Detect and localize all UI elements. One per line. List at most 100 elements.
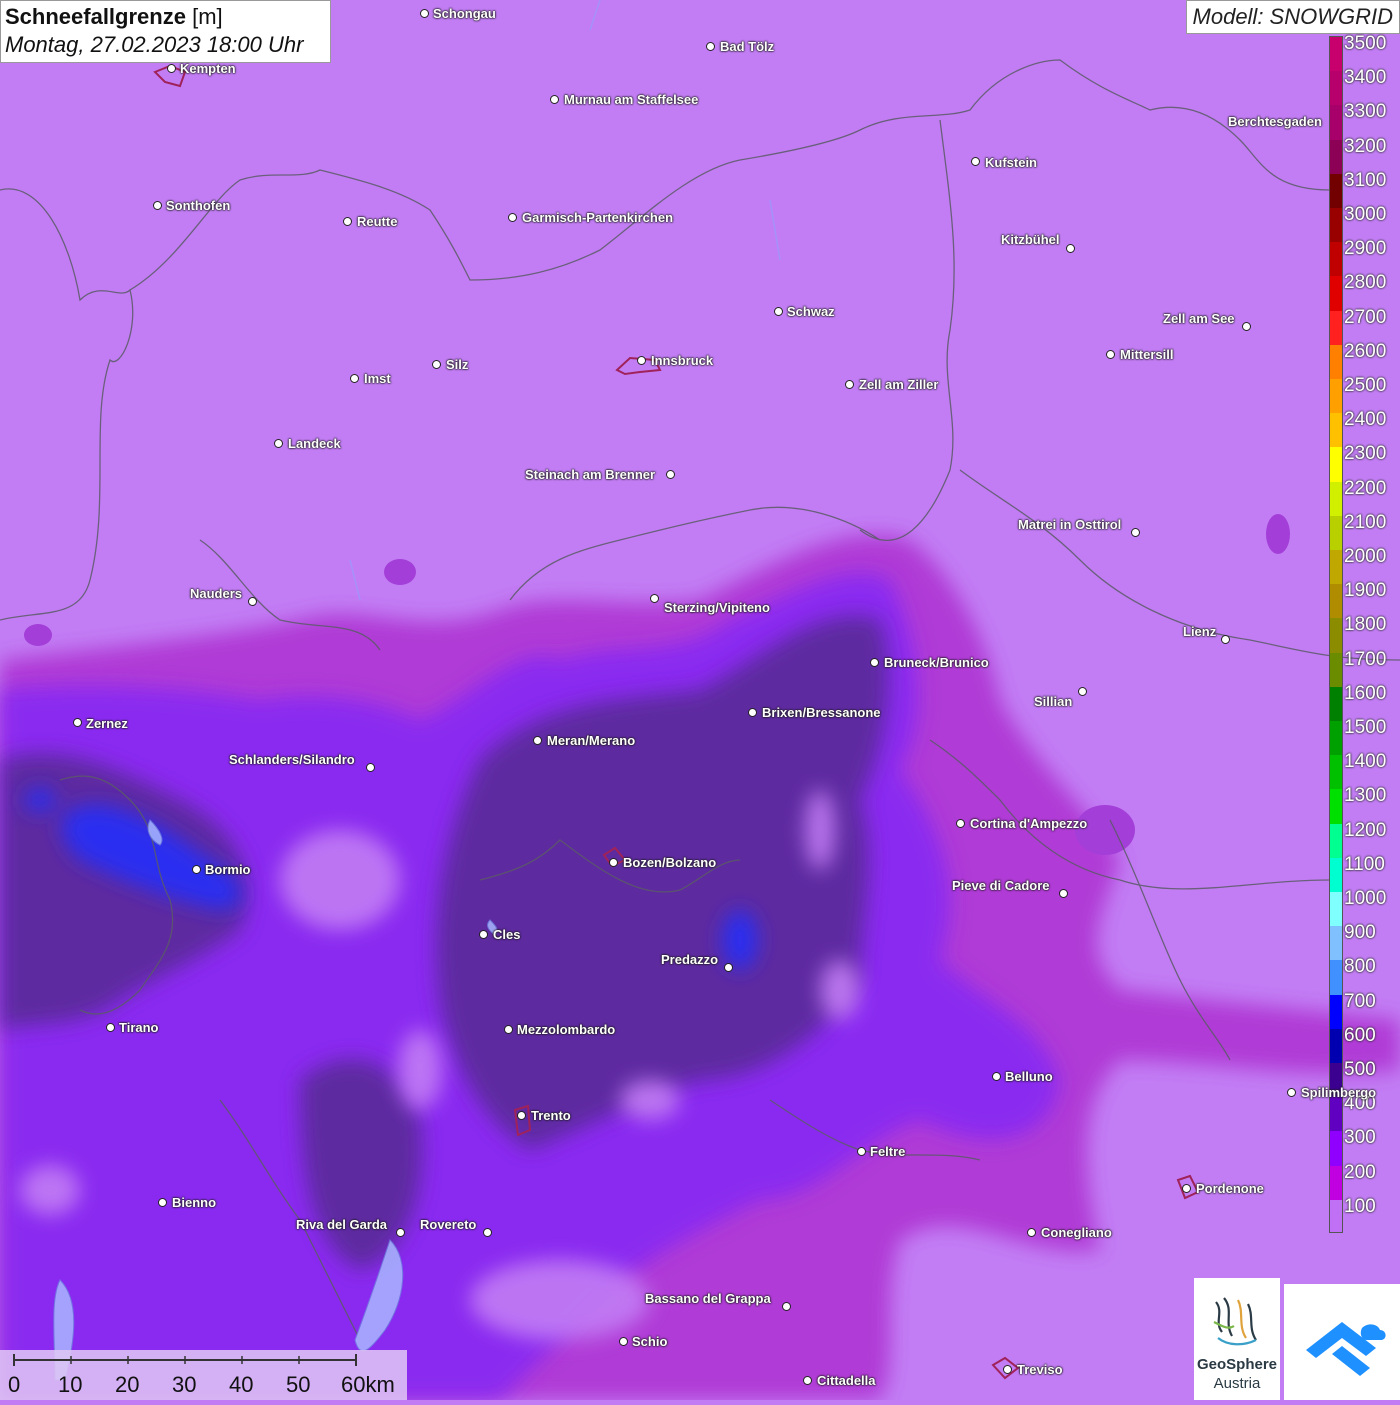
city-dot (971, 157, 980, 166)
city-label[interactable]: Cles (493, 928, 520, 942)
city-dot (504, 1025, 513, 1034)
legend-color-bin (1330, 105, 1342, 141)
legend-label: 2400 (1344, 409, 1387, 431)
city-dot (857, 1147, 866, 1156)
legend-label: 3000 (1344, 204, 1387, 225)
city-label[interactable]: Treviso (1017, 1363, 1063, 1377)
legend-label: 2100 (1344, 511, 1387, 533)
geosphere-logo[interactable]: GeoSphere Austria (1194, 1278, 1280, 1400)
city-label[interactable]: Cittadella (817, 1374, 876, 1388)
city-label[interactable]: Brixen/Bressanone (762, 706, 881, 720)
city-label[interactable]: Cortina d'Ampezzo (970, 817, 1087, 831)
city-label[interactable]: Zell am Ziller (859, 378, 938, 392)
city-label[interactable]: Tirano (119, 1021, 159, 1035)
city-label[interactable]: Sonthofen (166, 199, 230, 213)
city-label[interactable]: Bad Tölz (720, 40, 774, 54)
city-label[interactable]: Garmisch-Partenkirchen (522, 211, 673, 225)
city-dot (706, 42, 715, 51)
legend-label: 2700 (1344, 306, 1387, 328)
legend-label: 3200 (1344, 135, 1387, 157)
city-label[interactable]: Matrei in Osttirol (1018, 518, 1121, 532)
city-label[interactable]: Trento (531, 1109, 571, 1123)
city-label[interactable]: Mezzolombardo (517, 1023, 615, 1037)
legend-label: 3100 (1344, 169, 1387, 191)
city-dot (1066, 244, 1075, 253)
city-label[interactable]: Murnau am Staffelsee (564, 93, 698, 107)
city-dot (396, 1228, 405, 1237)
city-label[interactable]: Predazzo (661, 953, 718, 967)
legend-color-bin (1330, 1131, 1342, 1167)
city-label[interactable]: Imst (364, 372, 391, 386)
city-label[interactable]: Landeck (288, 437, 341, 451)
legend-label: 1300 (1344, 785, 1387, 807)
city-label[interactable]: Innsbruck (651, 354, 713, 368)
city-label[interactable]: Nauders (190, 587, 242, 601)
city-label[interactable]: Schio (632, 1335, 667, 1349)
city-label[interactable]: Schwaz (787, 305, 835, 319)
city-dot (1221, 635, 1230, 644)
city-label[interactable]: Schongau (433, 7, 496, 21)
city-label[interactable]: Zell am See (1163, 312, 1235, 326)
city-label[interactable]: Mittersill (1120, 348, 1173, 362)
city-label[interactable]: Zernez (86, 717, 128, 731)
city-dot (609, 858, 618, 867)
city-label[interactable]: Steinach am Brenner (525, 468, 655, 482)
city-label[interactable]: Lienz (1183, 625, 1216, 639)
legend-label: 1000 (1344, 888, 1387, 909)
legend-color-bin (1330, 618, 1342, 654)
legend-color-bin (1330, 37, 1342, 72)
legend-color-bin (1330, 857, 1342, 893)
legend-label: 2500 (1344, 375, 1387, 396)
city-label[interactable]: Belluno (1005, 1070, 1053, 1084)
city-dot (192, 865, 201, 874)
city-dot (1078, 687, 1087, 696)
city-label[interactable]: Bienno (172, 1196, 216, 1210)
city-label[interactable]: Schlanders/Silandro (229, 753, 355, 767)
city-dot (274, 439, 283, 448)
city-label[interactable]: Pieve di Cadore (952, 879, 1050, 893)
legend-color-bin (1330, 1028, 1342, 1064)
legend-label: 700 (1344, 990, 1376, 1012)
legend-color-bin (1330, 515, 1342, 551)
city-label[interactable]: Reutte (357, 215, 397, 229)
legend-label: 3400 (1344, 67, 1387, 89)
city-label[interactable]: Riva del Garda (296, 1218, 387, 1232)
city-label[interactable]: Spilimbergo (1301, 1086, 1376, 1100)
legend-label: 1400 (1344, 751, 1387, 773)
city-label[interactable]: Bassano del Grappa (645, 1292, 771, 1306)
city-label[interactable]: Bozen/Bolzano (623, 856, 716, 870)
app-logo[interactable] (1284, 1284, 1400, 1400)
city-dot (550, 95, 559, 104)
city-label[interactable]: Bormio (205, 863, 251, 877)
scale-tick-label: 40 (229, 1372, 254, 1397)
map-datetime: Montag, 27.02.2023 18:00 Uhr (5, 32, 304, 57)
city-label[interactable]: Kempten (180, 62, 236, 76)
legend-label: 3500 (1344, 33, 1387, 54)
city-label[interactable]: Sterzing/Vipiteno (664, 601, 770, 615)
legend-color-bin (1330, 960, 1342, 996)
legend-color-bin (1330, 686, 1342, 722)
city-dot (1182, 1184, 1191, 1193)
legend-color-bin (1330, 71, 1342, 106)
city-label[interactable]: Kufstein (985, 156, 1037, 170)
city-dot (73, 718, 82, 727)
city-label[interactable]: Silz (446, 358, 468, 372)
legend-color-bin (1330, 379, 1342, 414)
legend-label: 300 (1344, 1127, 1376, 1149)
city-label[interactable]: Sillian (1034, 695, 1072, 709)
city-dot (782, 1302, 791, 1311)
city-label[interactable]: Rovereto (420, 1218, 476, 1232)
city-dot (1027, 1228, 1036, 1237)
city-dot (845, 380, 854, 389)
city-label[interactable]: Meran/Merano (547, 734, 635, 748)
city-dot (1059, 889, 1068, 898)
city-label[interactable]: Conegliano (1041, 1226, 1112, 1240)
city-label[interactable]: Feltre (870, 1145, 905, 1159)
city-label[interactable]: Pordenone (1196, 1182, 1264, 1196)
scale-tick-label: 60km (341, 1372, 395, 1397)
city-label[interactable]: Kitzbühel (1001, 233, 1060, 247)
city-label[interactable]: Berchtesgaden (1228, 115, 1322, 129)
legend-label: 800 (1344, 956, 1376, 978)
legend-color-bin (1330, 892, 1342, 927)
city-label[interactable]: Bruneck/Brunico (884, 656, 989, 670)
